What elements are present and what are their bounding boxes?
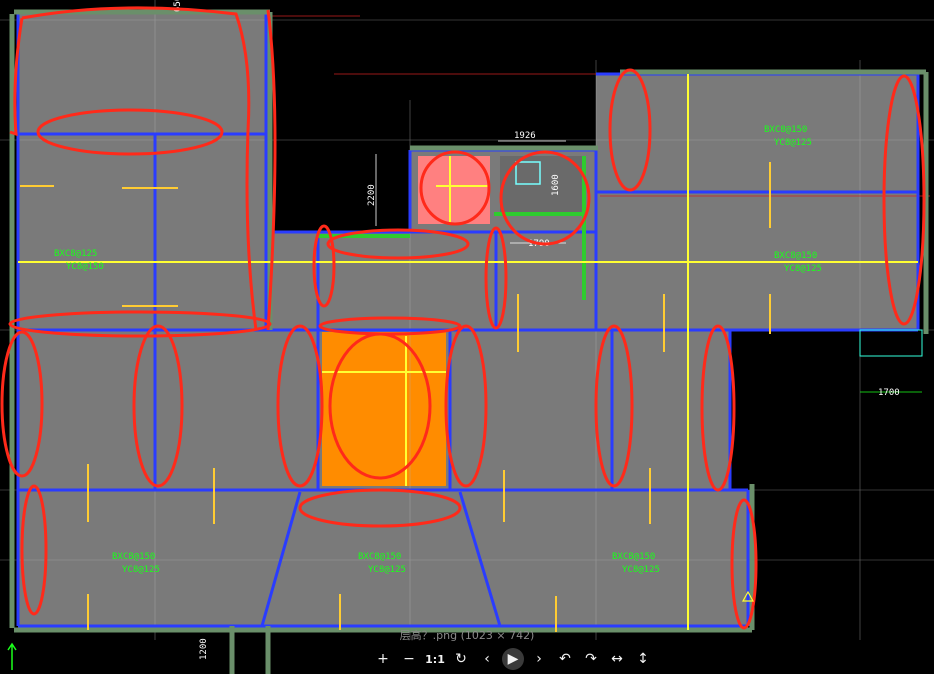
rotate-button[interactable]: ↻ — [448, 648, 474, 670]
dimension-text: 2200 — [367, 184, 377, 206]
dimension-text: 1700 — [878, 388, 900, 398]
flip-vertical-button[interactable]: ↕ — [630, 648, 656, 670]
actual-size-button[interactable]: 1:1 — [422, 648, 448, 670]
slab-label-bx: BXC8@150 — [774, 251, 817, 261]
slab-label-bx: BXC8@125 — [54, 249, 97, 259]
highlight-orange-area — [322, 332, 446, 486]
cad-drawing-canvas[interactable]: BXC8@125 YC8@150 BXC8@150 YC8@125 BXC8@1… — [0, 0, 934, 674]
zoom-in-button[interactable]: + — [370, 648, 396, 670]
zoom-out-button[interactable]: − — [396, 648, 422, 670]
dimension-text: 1926 — [514, 131, 536, 141]
slideshow-button[interactable]: ▶ — [502, 648, 524, 670]
slab-label-yc: YC8@125 — [122, 565, 160, 575]
rotate-right-button[interactable]: ↷ — [578, 648, 604, 670]
slab-label-yc: YC8@150 — [66, 262, 104, 272]
file-name-label: 层高？.png (1023 × 742) — [399, 629, 535, 642]
opening-box — [859, 329, 923, 357]
slab-label-yc: YC8@125 — [774, 138, 812, 148]
next-button[interactable]: › — [526, 648, 552, 670]
viewer-toolbar-buttons: + − 1:1 ↻ ‹ ▶ › ↶ ↷ ↔ ↕ — [370, 648, 656, 670]
previous-button[interactable]: ‹ — [474, 648, 500, 670]
rotate-left-button[interactable]: ↶ — [552, 648, 578, 670]
dimension-text: 1600 — [551, 174, 561, 196]
slab-areas — [18, 12, 918, 626]
flip-horizontal-button[interactable]: ↔ — [604, 648, 630, 670]
slab-label-bx: BXC8@150 — [112, 552, 155, 562]
slab-label-yc: YC8@125 — [368, 565, 406, 575]
slab-label-yc: YC8@125 — [622, 565, 660, 575]
slab-label-bx: BXC8@150 — [612, 552, 655, 562]
slab-label-bx: BXC8@150 — [358, 552, 401, 562]
slab-label-yc: YC8@125 — [784, 264, 822, 274]
slab-label-bx: BXC8@150 — [764, 125, 807, 135]
